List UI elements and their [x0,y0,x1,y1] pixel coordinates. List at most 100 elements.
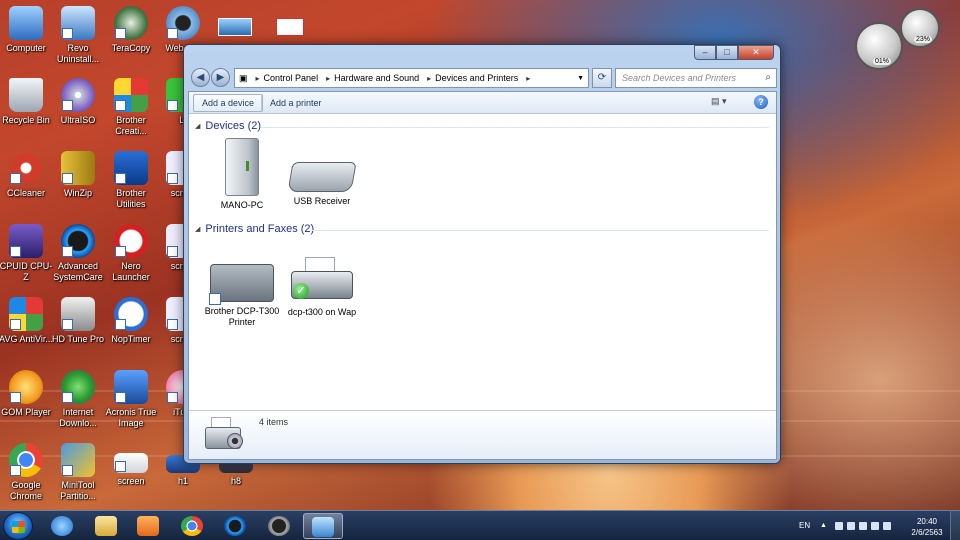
maximize-button[interactable]: □ [716,45,738,60]
clock[interactable]: 20:40 2/6/2563 [907,516,947,538]
devices-and-printers-window[interactable]: – □ ✕ ◀ ▶ ▣ ▸ Control Panel ▸ Hardware a… [183,44,781,464]
winzip-icon [61,151,95,185]
chrome-icon [181,516,203,536]
acronis-icon [114,370,148,404]
back-button[interactable]: ◀ [191,68,210,87]
desktop-icon-google-chrome[interactable]: Google Chrome [0,443,54,502]
device-item-usb-receiver[interactable]: USB Receiver [283,162,361,207]
collapse-triangle-icon[interactable]: ◢ [195,123,200,130]
taskbar-internet-explorer[interactable] [42,513,82,539]
add-printer-button[interactable]: Add a printer [261,94,331,112]
taskbar-speed-gauge[interactable] [259,513,299,539]
flag-icon[interactable] [835,522,843,530]
tray-app-icon[interactable] [847,522,855,530]
add-device-button[interactable]: Add a device [193,94,264,112]
teracopy-icon [114,6,148,40]
group-divider [261,127,769,128]
desktop-icon-nero-launcher[interactable]: Nero Launcher [103,224,159,283]
avg-icon [9,297,43,331]
change-view-button[interactable]: ▤ ▾ [711,96,727,107]
desktop-icon-recycle-bin[interactable]: Recycle Bin [0,78,54,126]
desktop-icon-partial[interactable] [276,18,304,36]
computer-tower-icon [225,138,259,196]
keyboard-icon [287,162,357,192]
devices-and-printers-icon [312,517,334,537]
search-input[interactable]: Search Devices and Printers ⌕ [615,68,777,88]
nero-icon [114,224,148,258]
desktop-icon-partial[interactable] [218,18,252,36]
desktop-icon-ccleaner[interactable]: CCleaner [0,151,54,199]
desktop-icon-winzip[interactable]: WinZip [50,151,106,199]
breadcrumb-separator-icon: ▸ [526,73,531,83]
cpu-meter-gadget[interactable]: 01% [855,22,903,70]
taskbar-google-chrome[interactable] [172,513,212,539]
desktop-icon-hd-tune[interactable]: HD Tune Pro [50,297,106,345]
device-item-mano-pc[interactable]: MANO-PC [203,138,281,211]
printer-camera-icon [205,417,247,453]
group-header-printers[interactable]: ◢ Printers and Faxes (2) [195,223,314,235]
breadcrumb-separator-icon: ▸ [326,73,331,83]
item-count: 4 items [259,417,289,427]
gom-player-icon [9,370,43,404]
ultraiso-icon [61,78,95,112]
address-bar[interactable]: ▣ ▸ Control Panel ▸ Hardware and Sound ▸… [234,68,589,88]
clock-time: 20:40 [916,517,938,526]
image-file-icon [114,453,148,473]
collapse-triangle-icon[interactable]: ◢ [195,226,200,233]
hd-tune-icon [61,297,95,331]
ccleaner-icon [9,151,43,185]
computer-icon [9,6,43,40]
forward-button[interactable]: ▶ [211,68,230,87]
search-icon[interactable]: ⌕ [765,72,771,83]
revo-icon [61,6,95,40]
breadcrumb-control-panel[interactable]: Control Panel [264,73,319,83]
ram-meter-gadget[interactable]: 23% [900,8,940,48]
desktop-icon-avg[interactable]: AVG AntiVir... [0,297,54,345]
desktop-icon-cpu-z[interactable]: CPUID CPU-Z [0,224,54,283]
desktop-icon-brother-utilities[interactable]: Brother Utilities [103,151,159,210]
content-area: Add a device Add a printer ▤ ▾ ? ◢ Device… [188,91,777,460]
desktop-icon-ultraiso[interactable]: UltraISO [50,78,106,126]
desktop-icon-internet-download-manager[interactable]: Internet Downlo... [50,370,106,429]
network-icon[interactable] [871,522,879,530]
desktop-icon-teracopy[interactable]: TeraCopy [103,6,159,54]
folder-icon [95,516,117,536]
printer-item-dcp-t300-on-wap[interactable]: ✓ dcp-t300 on Wap [283,257,361,318]
breadcrumb-hardware-and-sound[interactable]: Hardware and Sound [334,73,419,83]
group-divider [311,230,769,231]
close-button[interactable]: ✕ [738,45,774,60]
address-dropdown-icon[interactable]: ▼ [577,75,584,82]
desktop-icon-revo-uninstaller[interactable]: Revo Uninstall... [50,6,106,65]
taskbar-advanced-systemcare[interactable] [215,513,255,539]
show-hidden-icons-icon[interactable]: ▲ [820,522,828,530]
taskbar-media-player[interactable] [128,513,168,539]
desktop-icon-computer[interactable]: Computer [0,6,54,54]
gauge-icon [268,516,290,536]
desktop-icon-screen[interactable]: screen [103,443,159,487]
group-header-devices[interactable]: ◢ Devices (2) [195,120,261,132]
printer-item-brother-dcp-t300[interactable]: Brother DCP-T300 Printer [203,264,281,328]
desktop-icon-minitool[interactable]: MiniTool Partitio... [50,443,106,502]
breadcrumb-devices-and-printers[interactable]: Devices and Printers [435,73,518,83]
help-icon[interactable]: ? [754,95,768,109]
taskbar-devices-and-printers[interactable] [303,513,343,539]
minimize-button[interactable]: – [694,45,716,60]
clock-icon [114,297,148,331]
language-indicator[interactable]: EN [799,521,810,530]
volume-icon[interactable] [883,522,891,530]
desktop-icon-acronis[interactable]: Acronis True Image [103,370,159,429]
desktop-icon-advanced-systemcare[interactable]: Advanced SystemCare [50,224,106,283]
taskbar: EN ▲ 20:40 2/6/2563 [0,510,960,540]
desktop-icon-gom-player[interactable]: GOM Player [0,370,54,418]
refresh-button[interactable]: ⟳ [592,68,612,88]
show-desktop-button[interactable] [950,511,960,540]
internet-explorer-icon [51,516,73,536]
desktop-icon-noptimer[interactable]: NopTimer [103,297,159,345]
breadcrumb-separator-icon: ▸ [427,73,432,83]
recycle-bin-icon [9,78,43,112]
desktop-icon-brother-creative[interactable]: Brother Creati... [103,78,159,137]
start-button[interactable] [3,512,33,540]
taskbar-windows-explorer[interactable] [86,513,126,539]
tray-app-icon[interactable] [859,522,867,530]
ram-meter-value: 23% [914,36,933,43]
